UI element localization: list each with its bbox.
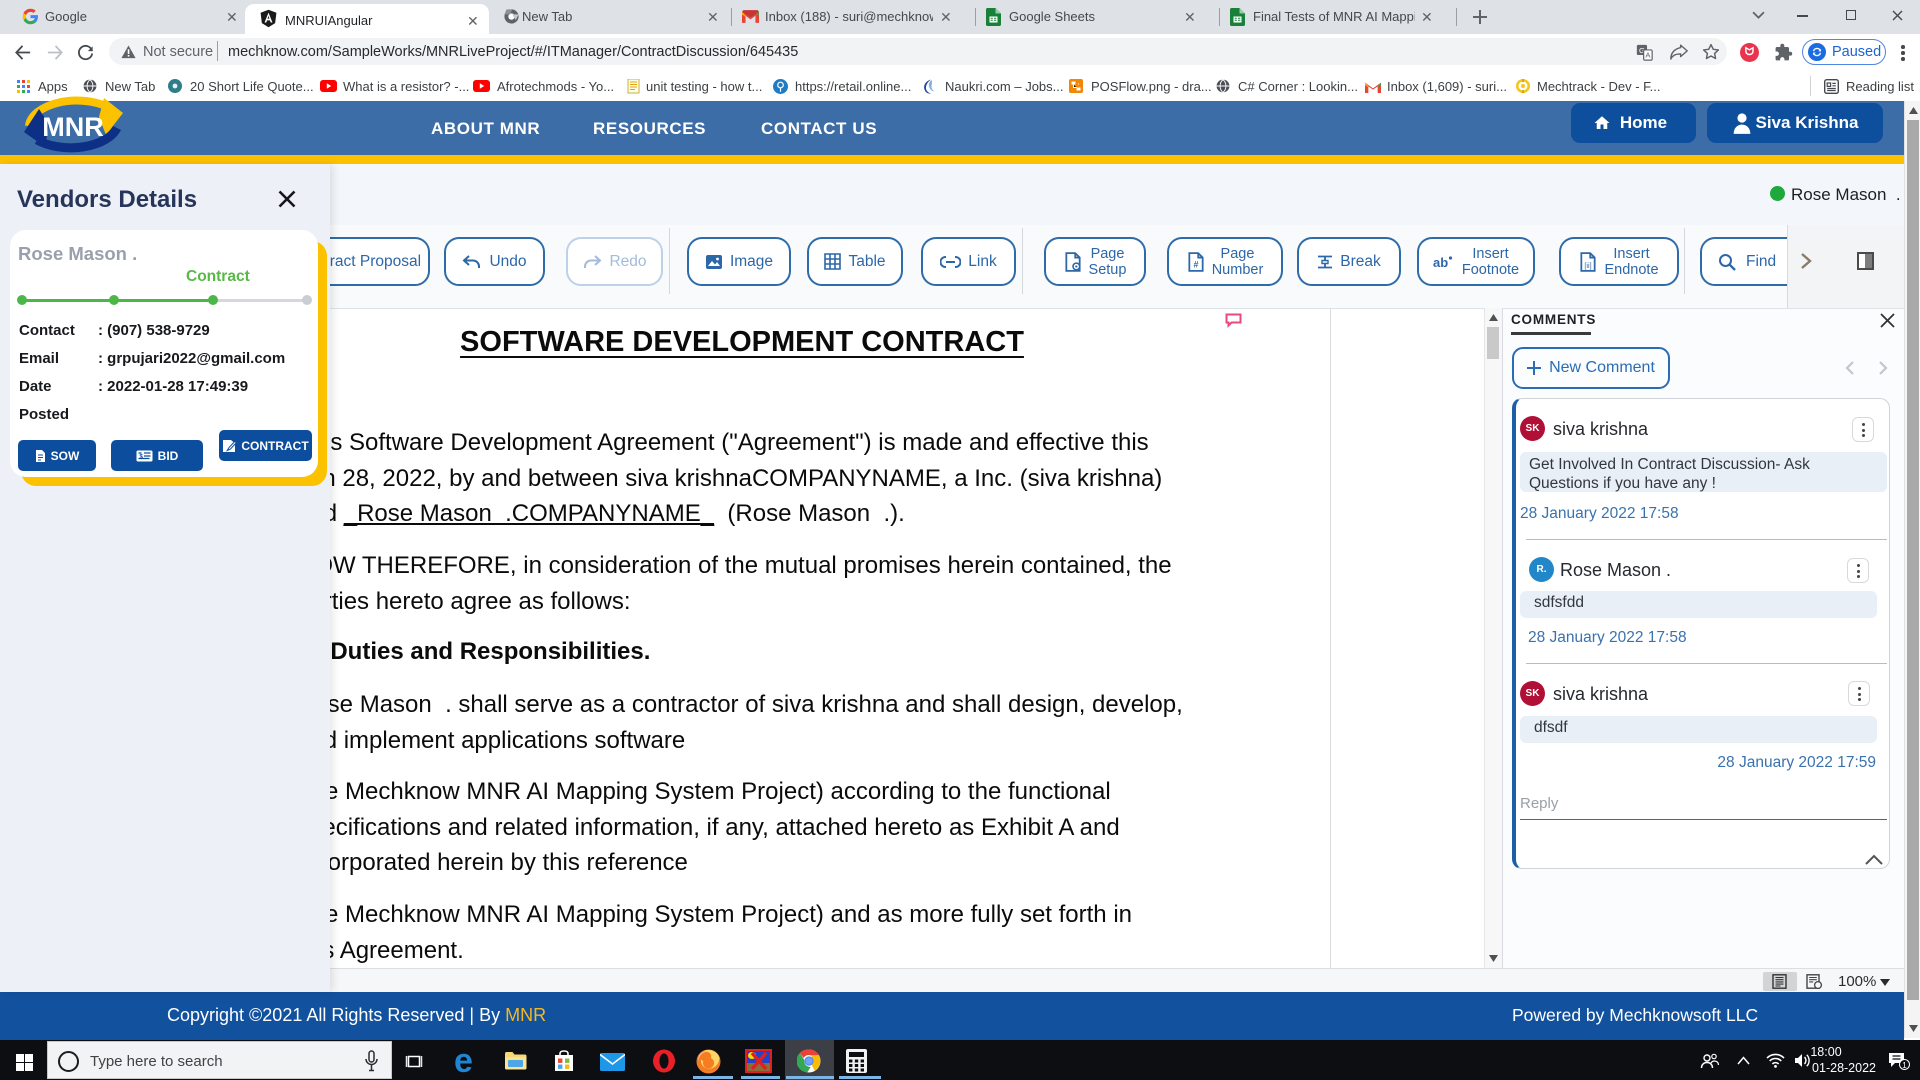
svg-text:A: A [1645, 51, 1651, 60]
svg-text:#: # [1193, 259, 1198, 269]
svg-text:ab: ab [1433, 255, 1448, 270]
svg-text:MNR: MNR [42, 112, 104, 142]
svg-text:[ii]: [ii] [1585, 261, 1592, 270]
